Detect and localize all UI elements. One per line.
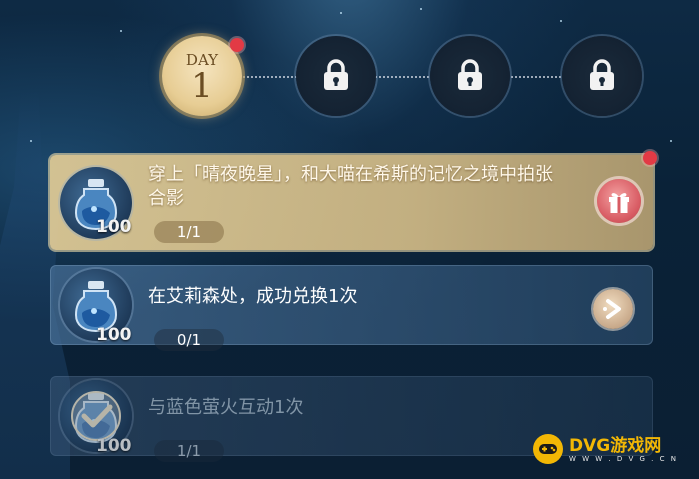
- lock-icon: [324, 59, 348, 90]
- track-dotted-line: [200, 76, 600, 78]
- sparkle: [420, 8, 422, 10]
- day-3-node[interactable]: [430, 36, 510, 116]
- sparkle: [340, 12, 342, 14]
- go-arrow-icon: [603, 299, 621, 319]
- claim-gift-button[interactable]: [597, 179, 641, 223]
- task-description: 穿上「晴夜晚星」，和大喵在希斯的记忆之境中拍张合影: [148, 164, 553, 209]
- site-watermark: DVG游戏网 W W W . D V G . C N: [533, 429, 693, 469]
- task-card-in-progress[interactable]: 100 在艾莉森处，成功兑换1次 0/1: [50, 265, 653, 351]
- day-2-node[interactable]: [296, 36, 376, 116]
- task-card-claimable[interactable]: 100 穿上「晴夜晚星」，和大喵在希斯的记忆之境中拍张合影 1/1: [50, 151, 657, 250]
- lock-icon: [590, 59, 614, 90]
- task-progress: 0/1: [154, 329, 224, 351]
- reward-count: 100: [96, 217, 132, 237]
- gamepad-icon: [533, 434, 563, 464]
- sparkle: [560, 20, 562, 22]
- day-1-node[interactable]: DAY 1: [162, 36, 244, 116]
- day-number: 1: [191, 65, 213, 106]
- go-to-task-button[interactable]: [593, 289, 633, 329]
- gift-icon: [609, 193, 629, 213]
- watermark-url: W W W . D V G . C N: [569, 454, 678, 463]
- task-progress: 1/1: [154, 440, 224, 462]
- notification-dot: [643, 151, 657, 165]
- task-description: 与蓝色萤火互动1次: [148, 397, 304, 418]
- sparkle: [120, 30, 122, 32]
- day-progress-track: DAY 1: [160, 36, 642, 124]
- watermark-brand: DVG游戏网: [569, 435, 662, 456]
- task-progress: 1/1: [154, 221, 224, 243]
- task-description: 在艾莉森处，成功兑换1次: [148, 286, 358, 307]
- reward-count: 100: [96, 436, 132, 456]
- sparkle: [30, 140, 32, 142]
- notification-dot: [230, 38, 244, 52]
- reward-count: 100: [96, 325, 132, 345]
- sparkle: [670, 140, 672, 142]
- lock-icon: [458, 59, 482, 90]
- day-4-node[interactable]: [562, 36, 642, 116]
